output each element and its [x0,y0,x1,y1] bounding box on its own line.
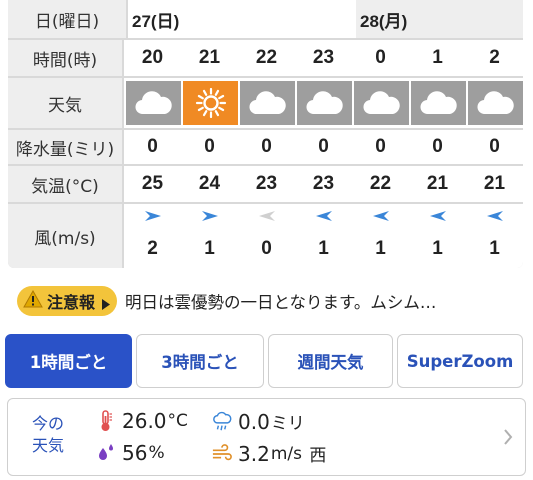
wind-cell: 0 [238,204,295,268]
hour-cell: 22 [255,47,278,68]
wind-cell: 1 [295,204,352,268]
weather-label: 天気 [8,78,124,128]
hour-cell: 1 [432,47,443,68]
cloudy-icon [126,81,181,125]
date-cell-2: 28(月) [356,0,523,38]
temp-cell: 21 [426,173,449,194]
current-humidity: 56% [96,441,165,465]
wind-speed-value: 1 [318,238,329,259]
precip-cell: 0 [489,136,500,157]
chevron-right-icon [503,429,513,449]
hour-cell: 21 [198,47,221,68]
precip-cell: 0 [375,136,386,157]
tab-3-hourly[interactable]: 3時間ごと [136,334,264,388]
temp-cell: 24 [198,173,221,194]
forecast-tabs: 1時間ごと 3時間ごと 週間天気 SuperZoom [5,334,527,388]
arrow-west-icon [314,208,334,228]
arrow-west-icon [428,208,448,228]
wind-cell: 2 [124,204,181,268]
hour-cell: 0 [375,47,386,68]
weather-advisory[interactable]: 注意報 明日は雲優勢の一日となります。ムシム… [17,283,523,319]
arrow-west-icon [257,208,277,228]
temp-cell: 22 [369,173,392,194]
wind-cell: 1 [352,204,409,268]
time-row: 時間(時) 20 21 22 23 0 1 2 [8,40,523,76]
advisory-badge-label: 注意報 [47,293,96,312]
current-weather-panel[interactable]: 今の 天気 26.0 °C 56% 0.0 ミリ 3.2 m/s 西 [7,398,526,476]
current-wind: 3.2 m/s 西 [212,441,326,466]
tab-superzoom[interactable]: SuperZoom [397,334,523,388]
tab-weekly[interactable]: 週間天気 [268,334,393,388]
weather-row: 天気 [8,78,523,128]
temp-cell: 23 [255,173,278,194]
wind-speed-value: 1 [375,238,386,259]
cloudy-icon [297,81,352,125]
wind-cell: 1 [466,204,523,268]
temp-cell: 25 [141,173,164,194]
temp-cell: 23 [312,173,335,194]
sunny-icon [183,81,238,125]
arrow-west-icon [485,208,505,228]
precip-cell: 0 [432,136,443,157]
wind-label: 風(m/s) [8,204,124,268]
date-row: 日(曜日) 27(日) 28(月) [8,0,523,38]
current-precipitation: 0.0 ミリ [212,409,305,434]
arrow-east-icon [200,208,220,228]
warning-icon [23,289,43,312]
wind-row: 風(m/s) 2 1 0 1 1 1 1 [8,204,523,268]
advisory-text[interactable]: 明日は雲優勢の一日となります。ムシム… [125,289,436,313]
cloudy-icon [468,81,523,125]
rain-cloud-icon [212,411,232,433]
precip-cell: 0 [204,136,215,157]
cloudy-icon [240,81,295,125]
temp-label: 気温(°C) [8,166,124,202]
current-temperature: 26.0 °C [96,409,188,433]
wind-speed-value: 1 [204,238,215,259]
precip-cell: 0 [147,136,158,157]
date-label: 日(曜日) [8,0,128,38]
hourly-forecast-table: 日(曜日) 27(日) 28(月) 時間(時) 20 21 22 23 0 1 … [8,0,523,268]
current-weather-title: 今の 天気 [31,414,64,455]
wind-speed-value: 1 [489,238,500,259]
wind-speed-value: 1 [432,238,443,259]
precip-cell: 0 [318,136,329,157]
wind-cell: 1 [181,204,238,268]
wind-icon [212,443,232,465]
cloudy-icon [411,81,466,125]
advisory-badge[interactable]: 注意報 [17,286,118,316]
thermometer-icon [96,410,116,432]
wind-speed-value: 0 [261,238,272,259]
temp-cell: 21 [483,173,506,194]
temp-row: 気温(°C) 25 24 23 23 22 21 21 [8,166,523,202]
precip-label: 降水量(ミリ) [8,130,124,164]
wind-cell: 1 [409,204,466,268]
tab-hourly[interactable]: 1時間ごと [5,334,132,388]
precip-row: 降水量(ミリ) 0 0 0 0 0 0 0 [8,130,523,164]
arrow-west-icon [371,208,391,228]
play-arrow-icon [102,295,111,314]
hour-cell: 23 [312,47,335,68]
wind-speed-value: 2 [147,238,158,259]
hour-cell: 20 [141,47,164,68]
time-label: 時間(時) [8,40,124,76]
date-cell-1: 27(日) [128,0,356,38]
humidity-drops-icon [96,442,116,464]
arrow-east-icon [143,208,163,228]
hour-cell: 2 [489,47,500,68]
cloudy-icon [354,81,409,125]
precip-cell: 0 [261,136,272,157]
